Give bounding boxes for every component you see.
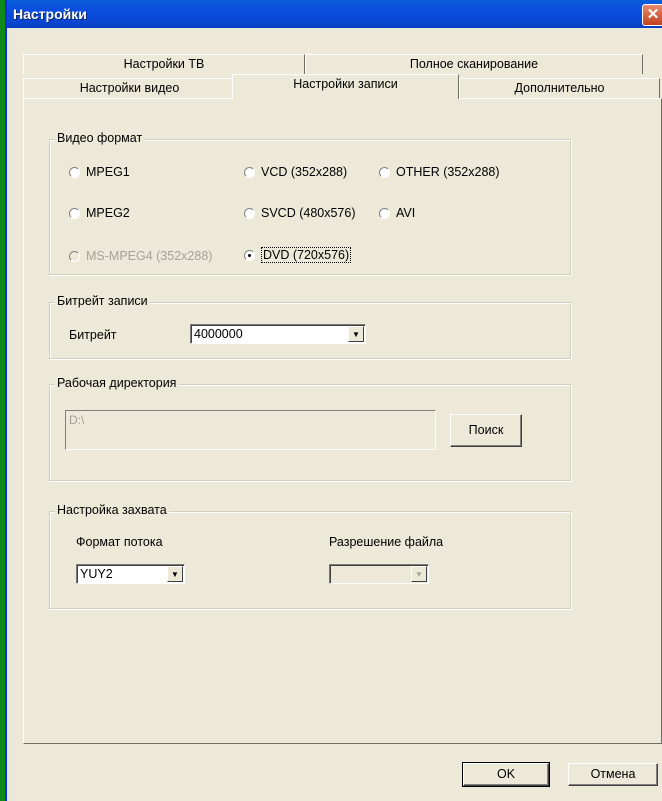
ok-button[interactable]: OK: [462, 762, 550, 787]
title-bar: Настройки ✕: [7, 0, 662, 28]
radio-vcd[interactable]: VCD (352x288): [244, 165, 347, 179]
radio-mpeg2[interactable]: MPEG2: [69, 206, 130, 220]
tab-advanced[interactable]: Дополнительно: [459, 78, 660, 98]
file-resolution-select: ▼: [329, 564, 429, 584]
stream-format-value: YUY2: [80, 567, 113, 581]
radio-label: MPEG2: [86, 206, 130, 220]
tab-record-settings[interactable]: Настройки записи: [232, 74, 459, 99]
workdir-legend: Рабочая директория: [55, 376, 179, 390]
settings-dialog: Настройки ✕ Настройки ТВ Полное сканиров…: [5, 0, 662, 801]
tab-full-scan[interactable]: Полное сканирование: [305, 54, 643, 74]
radio-other[interactable]: OTHER (352x288): [379, 165, 500, 179]
radio-avi[interactable]: AVI: [379, 206, 415, 220]
radio-indicator: [244, 249, 255, 261]
radio-indicator: [379, 207, 390, 219]
bitrate-label: Битрейт: [69, 328, 117, 342]
record-settings-panel: Видео формат MPEG1 VCD (352x288) OTHER (…: [23, 98, 662, 744]
radio-indicator: [69, 166, 80, 178]
radio-indicator: [244, 166, 255, 178]
capture-group: [49, 511, 571, 609]
tab-video-settings[interactable]: Настройки видео: [23, 78, 236, 98]
radio-ms-mpeg4: MS-MPEG4 (352x288): [69, 249, 212, 263]
close-icon[interactable]: ✕: [642, 4, 662, 26]
file-resolution-label: Разрешение файла: [329, 535, 444, 549]
stream-format-select[interactable]: YUY2 ▼: [76, 564, 185, 584]
tab-tv-settings[interactable]: Настройки ТВ: [23, 54, 305, 74]
radio-label: SVCD (480x576): [261, 206, 356, 220]
radio-label: OTHER (352x288): [396, 165, 500, 179]
workdir-path-field: D:\: [65, 410, 436, 450]
radio-label: DVD (720x576): [261, 247, 352, 263]
browse-button[interactable]: Поиск: [450, 414, 522, 447]
radio-indicator: [69, 207, 80, 219]
chevron-down-icon[interactable]: ▼: [348, 326, 364, 342]
radio-mpeg1[interactable]: MPEG1: [69, 165, 130, 179]
capture-legend: Настройка захвата: [55, 503, 169, 517]
stream-format-label: Формат потока: [76, 535, 163, 549]
video-format-legend: Видео формат: [55, 131, 145, 145]
window-title: Настройки: [13, 6, 87, 22]
radio-label: AVI: [396, 206, 416, 220]
radio-indicator: [379, 166, 390, 178]
bitrate-legend: Битрейт записи: [55, 294, 150, 308]
radio-dvd[interactable]: DVD (720x576): [244, 247, 352, 263]
cancel-button[interactable]: Отмена: [568, 763, 658, 786]
radio-indicator: [244, 207, 255, 219]
radio-label: MPEG1: [86, 165, 130, 179]
chevron-down-icon[interactable]: ▼: [167, 566, 183, 582]
chevron-down-icon: ▼: [411, 566, 427, 582]
radio-indicator: [69, 250, 80, 262]
radio-label: MS-MPEG4 (352x288): [86, 249, 213, 263]
bitrate-value: 4000000: [194, 327, 243, 341]
radio-label: VCD (352x288): [261, 165, 348, 179]
bitrate-select[interactable]: 4000000 ▼: [190, 324, 366, 344]
radio-svcd[interactable]: SVCD (480x576): [244, 206, 356, 220]
